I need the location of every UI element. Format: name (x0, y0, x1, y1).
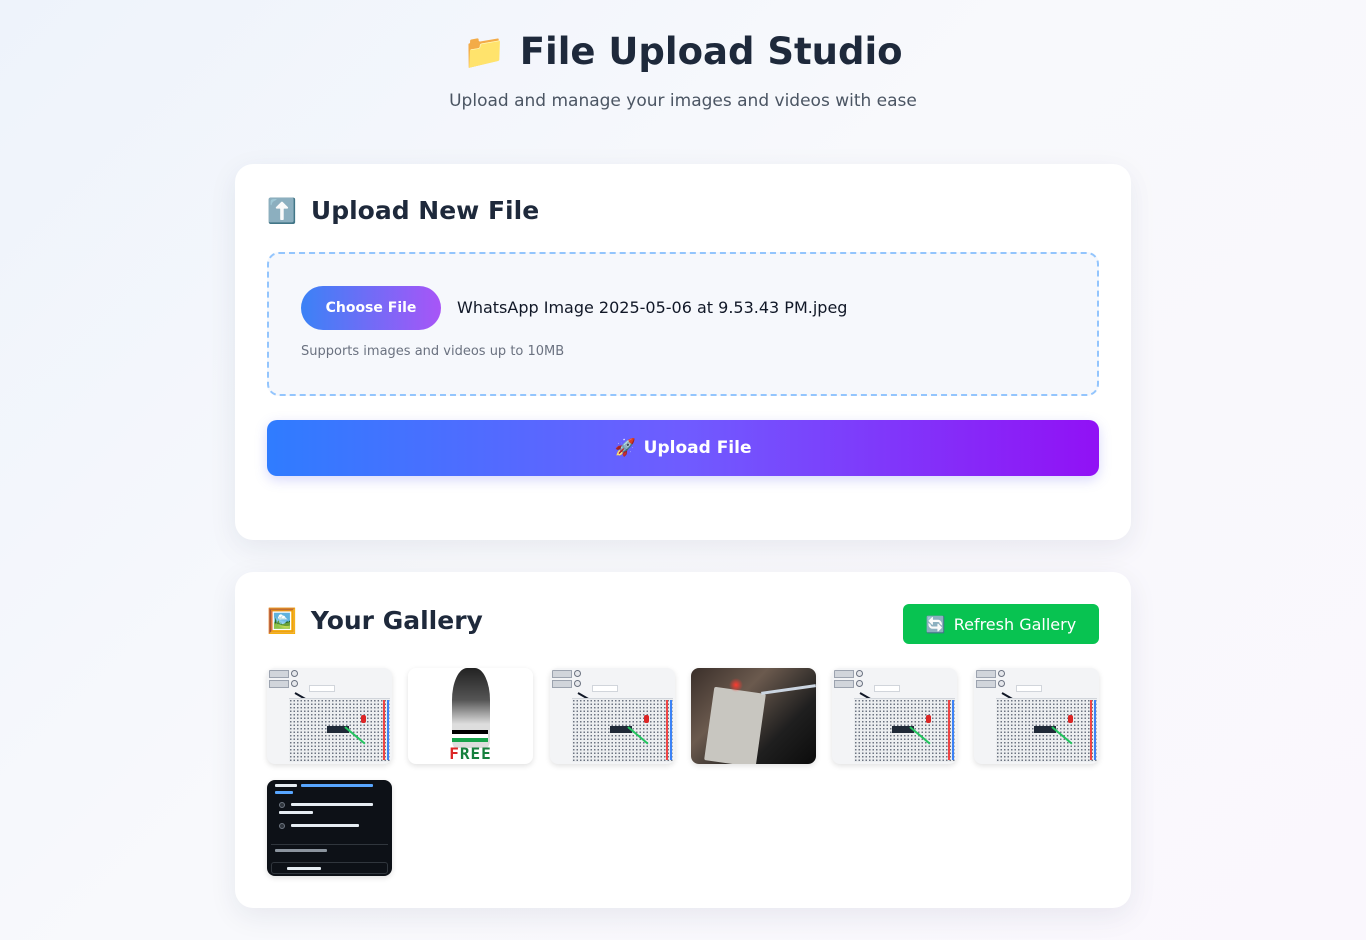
gallery-thumbnail[interactable] (267, 780, 392, 876)
gallery-card: 🖼️ Your Gallery 🔄 Refresh Gallery FREE (235, 572, 1131, 908)
upload-card-title-text: Upload New File (310, 196, 540, 225)
gallery-thumbnail[interactable] (691, 668, 816, 764)
selected-file-name: WhatsApp Image 2025-05-06 at 9.53.43 PM.… (457, 298, 848, 317)
choose-file-button[interactable]: Choose File (301, 286, 441, 330)
folder-icon: 📁 (463, 31, 506, 72)
page-header: 📁 File Upload Studio Upload and manage y… (0, 30, 1366, 111)
poster-word: FREE (408, 744, 533, 763)
poster-letter: F (449, 744, 460, 763)
refresh-gallery-label: Refresh Gallery (953, 614, 1077, 634)
upload-file-button[interactable]: 🚀 Upload File (267, 420, 1099, 476)
gallery-thumbnail[interactable] (267, 668, 392, 764)
gallery-thumbnail[interactable]: FREE (408, 668, 533, 764)
upload-file-button-label: Upload File (643, 438, 752, 458)
gallery-thumbnail[interactable] (974, 668, 1099, 764)
framed-picture-icon: 🖼️ (267, 606, 297, 635)
page-title: 📁 File Upload Studio (463, 30, 902, 73)
gallery-card-title-text: Your Gallery (310, 606, 483, 635)
refresh-icon: 🔄 (925, 614, 946, 634)
page-title-text: File Upload Studio (519, 30, 903, 73)
gallery-thumbnail[interactable] (550, 668, 675, 764)
up-arrow-icon: ⬆️ (267, 196, 297, 225)
rocket-icon: 🚀 (614, 438, 636, 458)
file-dropzone[interactable]: Choose File WhatsApp Image 2025-05-06 at… (267, 252, 1099, 396)
refresh-gallery-button[interactable]: 🔄 Refresh Gallery (903, 604, 1099, 644)
poster-letters: REE (459, 744, 492, 763)
upload-card: ⬆️ Upload New File Choose File WhatsApp … (235, 164, 1131, 540)
gallery-card-title: 🖼️ Your Gallery (267, 606, 483, 635)
upload-card-title: ⬆️ Upload New File (267, 196, 539, 225)
page-subtitle: Upload and manage your images and videos… (449, 91, 917, 111)
gallery-thumbnail[interactable] (832, 668, 957, 764)
upload-hint: Supports images and videos up to 10MB (301, 344, 565, 359)
